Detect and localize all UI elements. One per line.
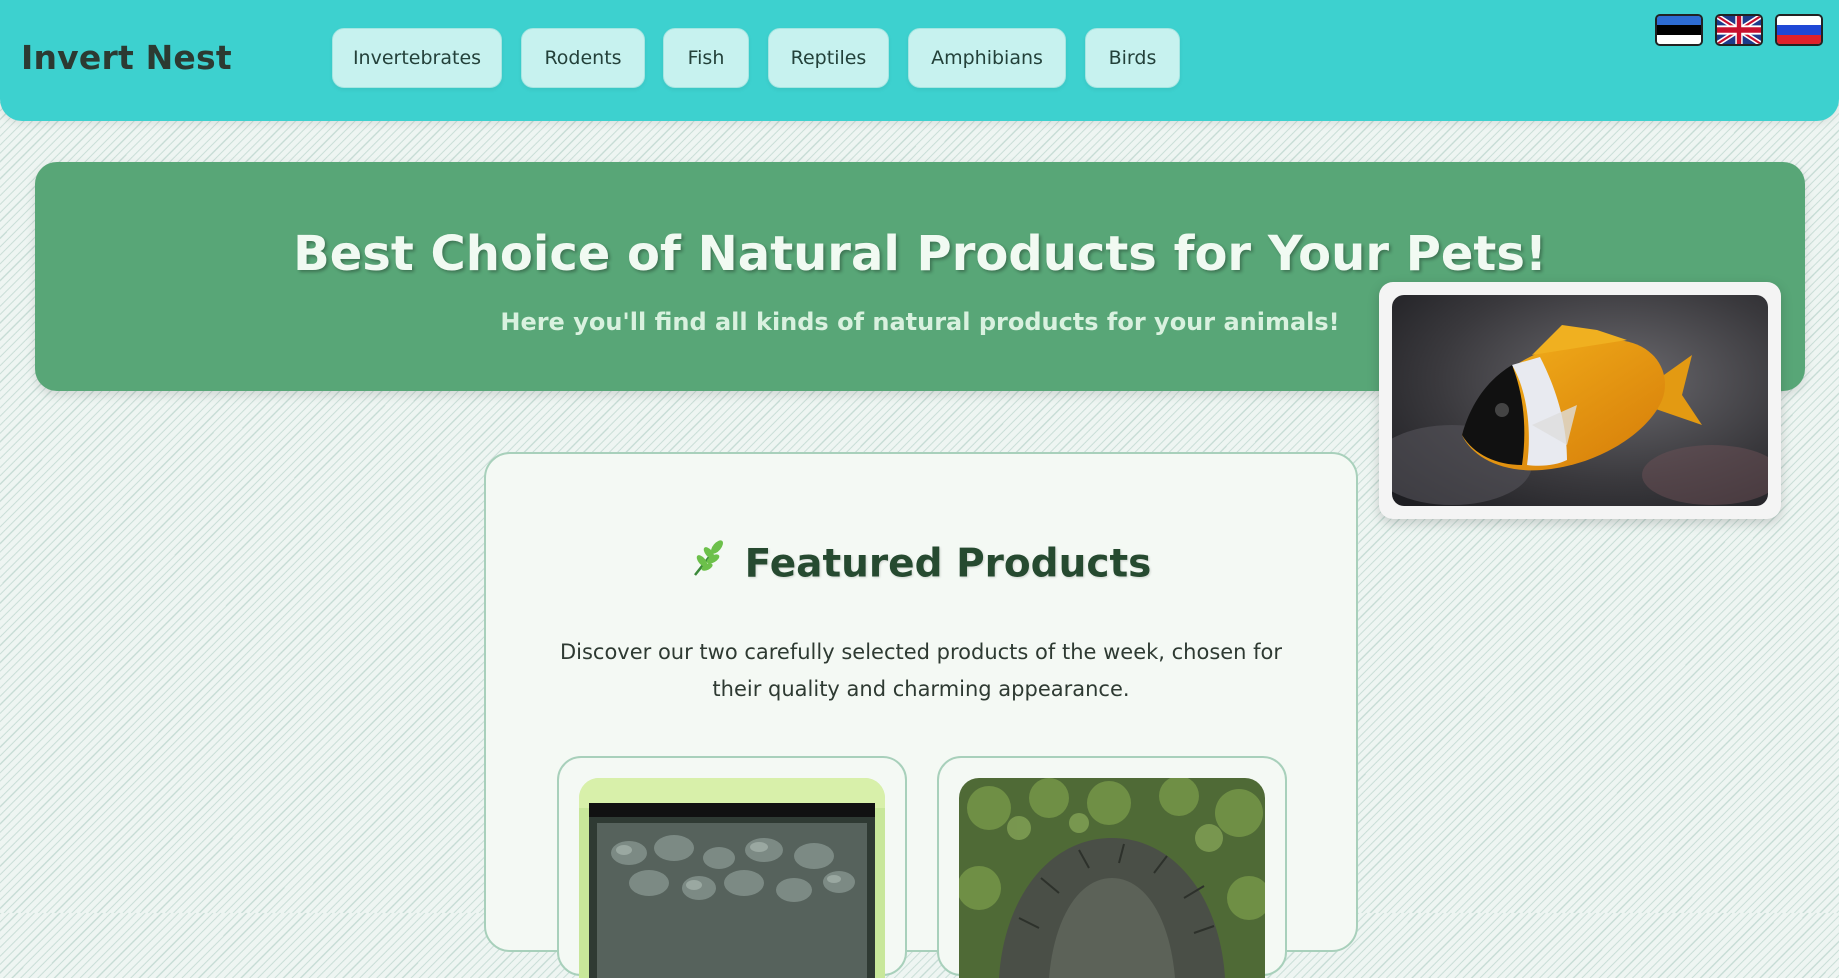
site-header: Invert Nest Invertebrates Rodents Fish R… bbox=[0, 0, 1839, 121]
plant-image bbox=[959, 778, 1265, 978]
nav-reptiles[interactable]: Reptiles bbox=[768, 28, 889, 88]
aquarium-image bbox=[579, 778, 885, 978]
product-card-1[interactable] bbox=[557, 756, 907, 978]
hero-image-card bbox=[1379, 282, 1781, 519]
leaf-icon bbox=[691, 537, 727, 587]
hero-title: Best Choice of Natural Products for Your… bbox=[293, 226, 1547, 282]
nav-invertebrates[interactable]: Invertebrates bbox=[332, 28, 502, 88]
featured-title: Featured Products bbox=[486, 540, 1356, 591]
fish-image bbox=[1392, 295, 1768, 506]
featured-section: Featured Products Discover our two caref… bbox=[484, 452, 1358, 978]
featured-title-text: Featured Products bbox=[744, 541, 1152, 587]
uk-flag-icon[interactable] bbox=[1715, 14, 1763, 46]
product-card-2[interactable] bbox=[937, 756, 1287, 978]
nav-rodents[interactable]: Rodents bbox=[521, 28, 645, 88]
russian-flag-icon[interactable] bbox=[1775, 14, 1823, 46]
estonian-flag-icon[interactable] bbox=[1655, 14, 1703, 46]
nav-birds[interactable]: Birds bbox=[1085, 28, 1180, 88]
main-nav: Invertebrates Rodents Fish Reptiles Amph… bbox=[0, 28, 1839, 90]
featured-description: Discover our two carefully selected prod… bbox=[559, 640, 1283, 701]
nav-fish[interactable]: Fish bbox=[663, 28, 749, 88]
nav-amphibians[interactable]: Amphibians bbox=[908, 28, 1066, 88]
